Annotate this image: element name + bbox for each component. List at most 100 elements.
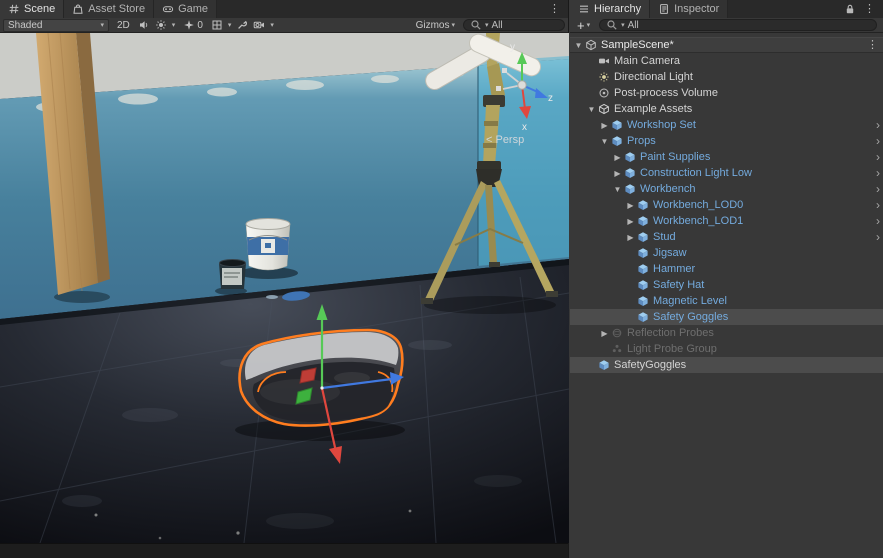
hierarchy-row[interactable]: SafetyGoggles [570, 357, 883, 373]
prefab-icon [637, 231, 650, 243]
prefab-open-chevron[interactable]: › [876, 197, 880, 213]
foldout-open-icon[interactable]: ▼ [572, 41, 585, 50]
prefab-icon [637, 311, 650, 323]
prefab-icon [624, 151, 637, 163]
search-icon [606, 19, 618, 31]
hierarchy-row[interactable]: Safety Goggles [570, 309, 883, 325]
search-filter-caret: ▾ [485, 22, 489, 29]
hierarchy-row[interactable]: ▼Props› [570, 133, 883, 149]
prefab-icon [637, 279, 650, 291]
safety-goggles-selected[interactable] [235, 330, 405, 441]
prefab-open-chevron[interactable]: › [876, 165, 880, 181]
grid-dropdown-caret[interactable]: ▾ [228, 22, 232, 29]
hierarchy-row[interactable]: ▼Example Assets [570, 101, 883, 117]
lock-icon[interactable] [844, 3, 856, 15]
effects-icon [183, 19, 195, 31]
tab-label: Scene [24, 3, 55, 15]
hierarchy-row[interactable]: ▶Paint Supplies› [570, 149, 883, 165]
snap-settings-icon[interactable] [236, 19, 248, 31]
inspector-tab-icon [658, 3, 670, 15]
foldout-closed-icon[interactable]: ▶ [598, 121, 611, 130]
prefab-open-chevron[interactable]: › [876, 213, 880, 229]
scene-view-panel: Scene Asset Store Game ⋮ Shaded ▾ 2D [0, 0, 569, 558]
hierarchy-row[interactable]: ▶Construction Light Low› [570, 165, 883, 181]
foldout-closed-icon[interactable]: ▶ [598, 329, 611, 338]
tab-asset-store[interactable]: Asset Store [64, 0, 154, 18]
hierarchy-search-field[interactable]: ▾ All [599, 19, 877, 31]
hierarchy-row[interactable]: ▶Workshop Set› [570, 117, 883, 133]
gizmos-caret: ▾ [451, 22, 455, 29]
tab-label: Asset Store [88, 3, 145, 15]
probe-group-icon [611, 343, 624, 355]
scene-search-field[interactable]: ▾ All [463, 19, 565, 31]
axis-label-z[interactable]: z [548, 93, 553, 104]
lighting-dropdown-caret[interactable]: ▾ [172, 22, 176, 29]
tab-label: Game [178, 3, 208, 15]
hierarchy-row[interactable]: Post-process Volume [570, 85, 883, 101]
axis-label-x[interactable]: x [522, 122, 527, 133]
object-label: Safety Hat [653, 279, 704, 291]
grid-visibility-icon[interactable] [211, 19, 223, 31]
foldout-closed-icon[interactable]: ▶ [624, 201, 637, 210]
foldout-closed-icon[interactable]: ▶ [611, 169, 624, 178]
search-icon [470, 19, 482, 31]
hierarchy-row[interactable]: ▶Workbench_LOD1› [570, 213, 883, 229]
hierarchy-row[interactable]: Hammer [570, 261, 883, 277]
lighting-toggle-icon[interactable] [155, 19, 167, 31]
hierarchy-row[interactable]: Directional Light [570, 69, 883, 85]
panel-menu-icon[interactable]: ⋮ [861, 0, 878, 18]
probe-icon [611, 327, 624, 339]
create-object-button[interactable]: + ▾ [573, 19, 594, 32]
hierarchy-toolbar: + ▾ ▾ All [570, 18, 883, 33]
hierarchy-row[interactable]: Magnetic Level [570, 293, 883, 309]
hierarchy-row[interactable]: ▶ Reflection Probes [570, 325, 883, 341]
prefab-icon [637, 263, 650, 275]
hierarchy-tab-icon [578, 3, 590, 15]
tab-hierarchy[interactable]: Hierarchy [570, 0, 650, 18]
tab-inspector[interactable]: Inspector [650, 0, 728, 18]
effects-dropdown[interactable]: 0 [180, 19, 206, 32]
object-label: Reflection Probes [627, 327, 714, 339]
prefab-open-chevron[interactable]: › [876, 133, 880, 149]
search-filter-caret: ▾ [621, 22, 625, 29]
foldout-open-icon[interactable]: ▼ [598, 137, 611, 146]
foldout-open-icon[interactable]: ▼ [585, 105, 598, 114]
projection-mode-label[interactable]: < Persp [486, 134, 524, 146]
gizmos-dropdown[interactable]: Gizmos ▾ [413, 19, 458, 32]
axis-label-y[interactable]: y [510, 42, 515, 53]
foldout-open-icon[interactable]: ▼ [611, 185, 624, 194]
scene-menu-icon[interactable]: ⋮ [867, 37, 878, 53]
foldout-closed-icon[interactable]: ▶ [624, 233, 637, 242]
shading-mode-label: Shaded [8, 20, 42, 31]
hierarchy-row[interactable]: ▼Workbench› [570, 181, 883, 197]
game-tab-icon [162, 3, 174, 15]
hierarchy-row[interactable]: Light Probe Group [570, 341, 883, 357]
hierarchy-row[interactable]: Safety Hat [570, 277, 883, 293]
volume-icon [598, 87, 611, 99]
scene-viewport[interactable]: y z x < Persp [0, 33, 569, 543]
foldout-closed-icon[interactable]: ▶ [624, 217, 637, 226]
tab-game[interactable]: Game [154, 0, 217, 18]
object-label: SampleScene* [601, 39, 674, 51]
2d-toggle-button[interactable]: 2D [114, 19, 133, 32]
tab-scene[interactable]: Scene [0, 0, 64, 18]
prefab-open-chevron[interactable]: › [876, 229, 880, 245]
hierarchy-row[interactable]: Jigsaw [570, 245, 883, 261]
light-icon [598, 71, 611, 83]
scene-header-row[interactable]: ▼ SampleScene* ⋮ [570, 37, 883, 53]
prefab-open-chevron[interactable]: › [876, 117, 880, 133]
hierarchy-row[interactable]: ▶Stud› [570, 229, 883, 245]
foldout-closed-icon[interactable]: ▶ [611, 153, 624, 162]
camera-settings-icon[interactable] [253, 19, 265, 31]
object-label: Light Probe Group [627, 343, 717, 355]
shading-mode-dropdown[interactable]: Shaded ▾ [3, 19, 109, 32]
prefab-open-chevron[interactable]: › [876, 181, 880, 197]
hierarchy-row[interactable]: Main Camera [570, 53, 883, 69]
audio-toggle-icon[interactable] [138, 19, 150, 31]
hierarchy-row[interactable]: ▶Workbench_LOD0› [570, 197, 883, 213]
panel-menu-icon[interactable]: ⋮ [546, 0, 563, 18]
chevron-down-icon: ▾ [100, 22, 104, 29]
camera-dropdown-caret[interactable]: ▾ [270, 22, 274, 29]
prefab-open-chevron[interactable]: › [876, 149, 880, 165]
object-label: Directional Light [614, 71, 693, 83]
